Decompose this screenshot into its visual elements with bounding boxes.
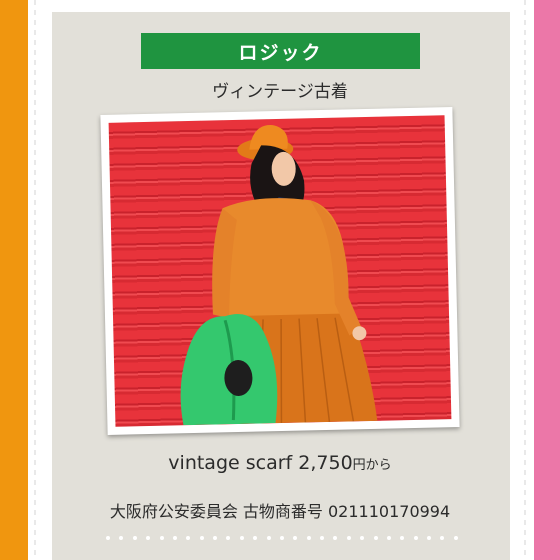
divider-dot — [346, 536, 351, 540]
vintage-orange-dress-photo — [180, 125, 378, 426]
divider-dot — [159, 536, 164, 540]
divider-dot — [373, 536, 378, 540]
antique-dealer-license: 大阪府公安委員会 古物商番号 021110170994 — [109, 502, 451, 521]
divider-dot — [172, 536, 177, 540]
divider-dot — [427, 536, 431, 540]
divider-dot — [239, 536, 244, 540]
divider-dot — [360, 536, 365, 540]
shop-name: ロジック — [238, 41, 323, 64]
divider-dot — [199, 536, 204, 540]
divider-dot — [413, 536, 418, 540]
divider-dot — [213, 536, 217, 540]
divider-dot — [146, 536, 151, 540]
divider-dot — [253, 536, 258, 540]
divider-dot — [132, 536, 137, 540]
shop-name-banner[interactable]: ロジック — [141, 33, 420, 69]
shop-subtitle: ヴィンテージ古着 — [212, 82, 348, 102]
divider-dot — [333, 536, 338, 540]
vintage-outfit-photo — [108, 115, 452, 427]
divider-dot — [279, 536, 284, 540]
price-text: vintage scarf 2,750 — [168, 452, 353, 474]
photo-frame[interactable] — [100, 107, 460, 435]
divider-dot — [119, 536, 124, 540]
divider-dot — [320, 536, 324, 540]
divider-dot — [453, 536, 458, 540]
divider-dot — [106, 536, 110, 540]
divider-dot — [400, 536, 405, 540]
divider-dot — [266, 536, 271, 540]
divider-dot — [386, 536, 391, 540]
dotted-divider — [106, 534, 458, 542]
price-suffix: 円から — [352, 458, 392, 473]
price-line: vintage scarf 2,750円から — [0, 452, 560, 474]
divider-dot — [186, 536, 191, 540]
dress-bodice — [218, 198, 350, 319]
divider-dot — [306, 536, 311, 540]
divider-dot — [226, 536, 231, 540]
divider-dot — [293, 536, 298, 540]
divider-dot — [440, 536, 445, 540]
